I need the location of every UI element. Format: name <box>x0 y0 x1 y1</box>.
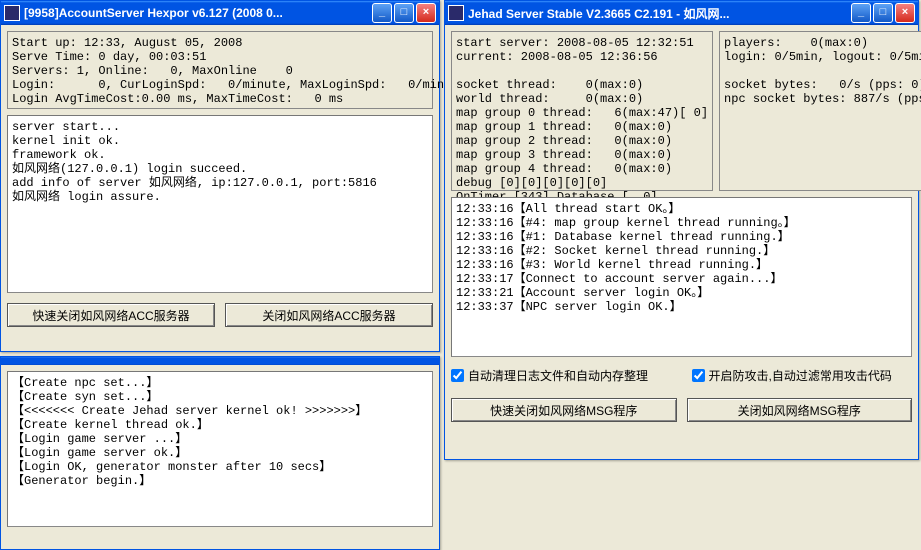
server-stats-right: players: 0(max:0) login: 0/5min, logout:… <box>719 31 921 191</box>
server-log-textarea[interactable]: 12:33:16【All thread start OK。】 12:33:16【… <box>451 197 912 357</box>
app-icon <box>448 5 464 21</box>
close-button[interactable]: × <box>416 3 436 23</box>
close-button[interactable]: × <box>895 3 915 23</box>
window-title: [9958]AccountServer Hexpor v6.127 (2008 … <box>24 6 372 20</box>
close-msg-button[interactable]: 关闭如风网络MSG程序 <box>687 398 913 422</box>
anti-attack-checkbox-label[interactable]: 开启防攻击,自动过滤常用攻击代码 <box>692 367 913 384</box>
titlebar[interactable]: [9958]AccountServer Hexpor v6.127 (2008 … <box>1 1 439 25</box>
jehad-server-window: Jehad Server Stable V2.3665 C2.191 - 如风网… <box>444 0 919 460</box>
auto-cleanup-label: 自动清理日志文件和自动内存整理 <box>468 367 648 384</box>
minimize-button[interactable]: _ <box>851 3 871 23</box>
account-server-window: [9958]AccountServer Hexpor v6.127 (2008 … <box>0 0 440 352</box>
stats-panel: Start up: 12:33, August 05, 2008 Serve T… <box>7 31 433 109</box>
minimize-button[interactable]: _ <box>372 3 392 23</box>
anti-attack-label: 开启防攻击,自动过滤常用攻击代码 <box>709 367 892 384</box>
maximize-button[interactable]: □ <box>873 3 893 23</box>
auto-cleanup-checkbox[interactable] <box>451 369 464 382</box>
app-icon <box>4 5 20 21</box>
auto-cleanup-checkbox-label[interactable]: 自动清理日志文件和自动内存整理 <box>451 367 672 384</box>
titlebar[interactable]: Jehad Server Stable V2.3665 C2.191 - 如风网… <box>445 1 918 25</box>
anti-attack-checkbox[interactable] <box>692 369 705 382</box>
close-acc-button[interactable]: 关闭如风网络ACC服务器 <box>225 303 433 327</box>
log-textarea[interactable]: server start... kernel init ok. framewor… <box>7 115 433 293</box>
game-log-textarea[interactable]: 【Create npc set...】 【Create syn set...】 … <box>7 371 433 527</box>
game-server-window-partial: 【Create npc set...】 【Create syn set...】 … <box>0 356 440 550</box>
maximize-button[interactable]: □ <box>394 3 414 23</box>
server-stats-left: start server: 2008-08-05 12:32:51 curren… <box>451 31 713 191</box>
quick-close-msg-button[interactable]: 快速关闭如风网络MSG程序 <box>451 398 677 422</box>
window-title: Jehad Server Stable V2.3665 C2.191 - 如风网… <box>468 5 851 22</box>
quick-close-acc-button[interactable]: 快速关闭如风网络ACC服务器 <box>7 303 215 327</box>
